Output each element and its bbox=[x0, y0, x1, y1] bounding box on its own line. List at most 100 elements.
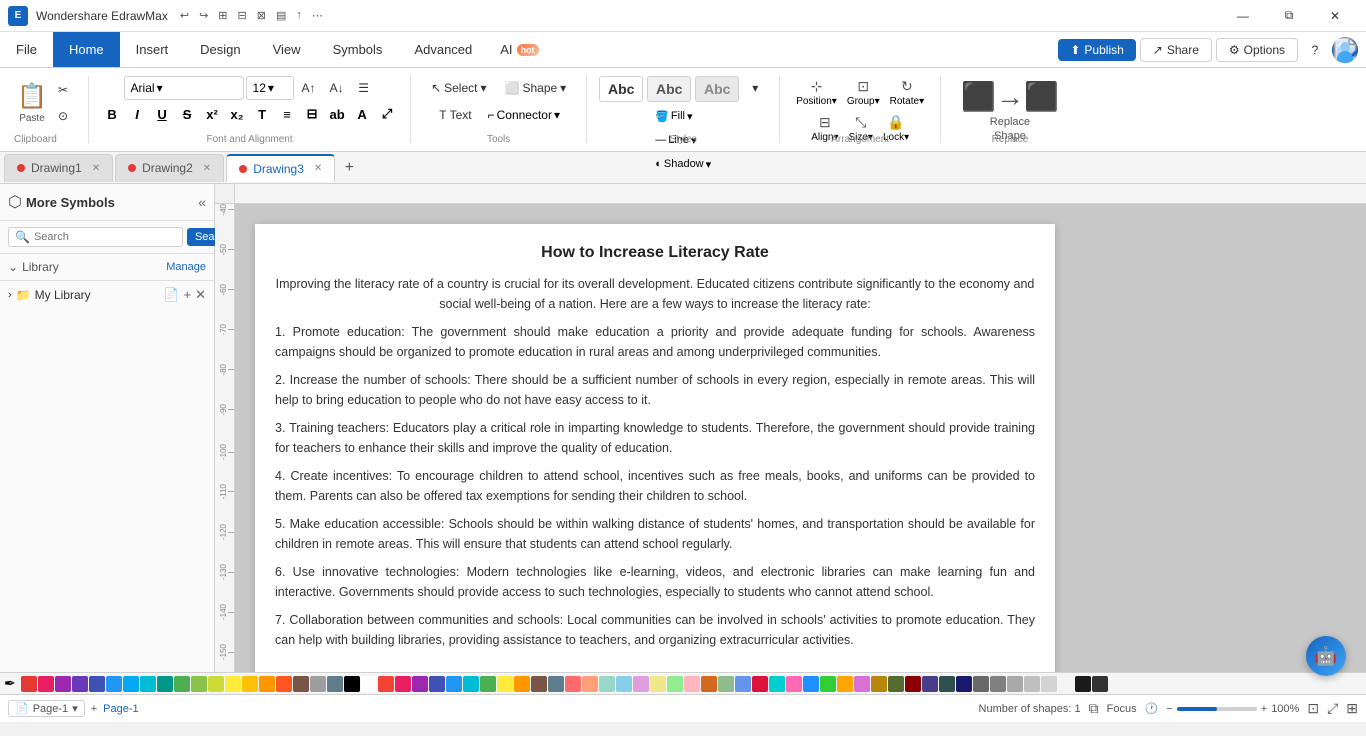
view-mode-btn[interactable]: ⊞ bbox=[1346, 700, 1358, 717]
menu-symbols[interactable]: Symbols bbox=[317, 32, 399, 67]
color-swatch[interactable] bbox=[106, 676, 122, 692]
font-decrease-btn[interactable]: A↓ bbox=[324, 76, 350, 100]
my-library-close-btn[interactable]: ✕ bbox=[195, 287, 206, 303]
tab-close-2[interactable]: ✕ bbox=[203, 163, 211, 174]
color-swatch[interactable] bbox=[361, 676, 377, 692]
color-swatch[interactable] bbox=[21, 676, 37, 692]
color-swatch[interactable] bbox=[1058, 676, 1074, 692]
connector-btn[interactable]: ⌐ Connector ▾ bbox=[482, 103, 566, 127]
font-color-btn[interactable]: A bbox=[351, 103, 373, 125]
ai-chat-btn[interactable]: 🤖 bbox=[1306, 636, 1346, 676]
style-abc-3[interactable]: Abc bbox=[695, 76, 739, 102]
fullscreen-btn[interactable]: ⤢ bbox=[1327, 700, 1338, 717]
search-input[interactable] bbox=[34, 231, 176, 243]
color-swatch[interactable] bbox=[735, 676, 751, 692]
page-dropdown-arrow[interactable]: ▾ bbox=[72, 702, 78, 715]
tab-drawing3[interactable]: Drawing3 ✕ bbox=[226, 154, 335, 182]
color-swatch[interactable] bbox=[616, 676, 632, 692]
eyedropper-icon[interactable]: ✒ bbox=[4, 675, 16, 692]
list-btn[interactable]: ⊟ bbox=[301, 103, 323, 125]
color-swatch[interactable] bbox=[378, 676, 394, 692]
color-swatch[interactable] bbox=[55, 676, 71, 692]
color-swatch[interactable] bbox=[599, 676, 615, 692]
subscript-btn[interactable]: x₂ bbox=[226, 103, 248, 125]
color-swatch[interactable] bbox=[531, 676, 547, 692]
menu-ai[interactable]: AI hot bbox=[488, 32, 550, 67]
text-btn[interactable]: T Text bbox=[431, 103, 479, 127]
color-swatch[interactable] bbox=[667, 676, 683, 692]
line-spacing-btn[interactable]: ≡ bbox=[276, 103, 298, 125]
color-swatch[interactable] bbox=[1024, 676, 1040, 692]
underline-btn[interactable]: U bbox=[151, 103, 173, 125]
style-abc-2[interactable]: Abc bbox=[647, 76, 691, 102]
color-swatch[interactable] bbox=[123, 676, 139, 692]
undo-btn[interactable]: ↩ bbox=[176, 7, 193, 24]
color-swatch[interactable] bbox=[922, 676, 938, 692]
color-swatch[interactable] bbox=[650, 676, 666, 692]
color-swatch[interactable] bbox=[871, 676, 887, 692]
color-swatch[interactable] bbox=[769, 676, 785, 692]
color-swatch[interactable] bbox=[395, 676, 411, 692]
add-page-btn[interactable]: + bbox=[91, 703, 97, 715]
text-highlight-btn[interactable]: ab bbox=[326, 103, 348, 125]
color-swatch[interactable] bbox=[480, 676, 496, 692]
copy-btn[interactable]: ⊙ bbox=[50, 104, 76, 128]
color-swatch[interactable] bbox=[956, 676, 972, 692]
color-swatch[interactable] bbox=[905, 676, 921, 692]
publish-btn[interactable]: ⬆ Publish bbox=[1058, 39, 1135, 61]
color-swatch[interactable] bbox=[429, 676, 445, 692]
more-btn[interactable]: ⋯ bbox=[308, 7, 327, 24]
color-swatch[interactable] bbox=[939, 676, 955, 692]
shape-btn[interactable]: ⬜ Shape ▾ bbox=[497, 76, 575, 100]
style-expand-btn[interactable]: ▾ bbox=[743, 76, 767, 100]
tab-drawing1[interactable]: Drawing1 ✕ bbox=[4, 154, 113, 182]
zoom-out-btn[interactable]: − bbox=[1166, 703, 1172, 715]
color-swatch[interactable] bbox=[157, 676, 173, 692]
font-increase-btn[interactable]: A↑ bbox=[296, 76, 322, 100]
up-btn[interactable]: ↑ bbox=[292, 7, 306, 24]
color-swatch[interactable] bbox=[225, 676, 241, 692]
color-swatch[interactable] bbox=[565, 676, 581, 692]
my-library-doc-btn[interactable]: 📄 bbox=[163, 287, 179, 303]
add-tab-btn[interactable]: + bbox=[337, 156, 361, 180]
font-name-dropdown[interactable]: Arial ▾ bbox=[124, 76, 244, 100]
redo-btn[interactable]: ↪ bbox=[195, 7, 212, 24]
menu-file[interactable]: File bbox=[0, 32, 53, 67]
text-t-btn[interactable]: T bbox=[251, 103, 273, 125]
color-swatch[interactable] bbox=[701, 676, 717, 692]
superscript-btn[interactable]: x² bbox=[201, 103, 223, 125]
color-swatch[interactable] bbox=[72, 676, 88, 692]
maximize-btn[interactable]: ⧉ bbox=[1266, 0, 1312, 32]
options-btn[interactable]: ⚙ Options bbox=[1216, 38, 1298, 62]
position-btn[interactable]: ⊹ Position▾ bbox=[792, 76, 841, 109]
share-btn[interactable]: ↗ Share bbox=[1140, 38, 1212, 62]
color-swatch[interactable] bbox=[990, 676, 1006, 692]
color-swatch[interactable] bbox=[140, 676, 156, 692]
bold-btn[interactable]: B bbox=[101, 103, 123, 125]
color-swatch[interactable] bbox=[310, 676, 326, 692]
color-swatch[interactable] bbox=[276, 676, 292, 692]
tab-close-3[interactable]: ✕ bbox=[314, 163, 322, 174]
color-swatch[interactable] bbox=[293, 676, 309, 692]
color-swatch[interactable] bbox=[1092, 676, 1108, 692]
zoom-slider[interactable] bbox=[1177, 707, 1257, 711]
save-btn-quick[interactable]: ⊠ bbox=[253, 7, 270, 24]
style-abc-1[interactable]: Abc bbox=[599, 76, 643, 102]
my-library-add-btn[interactable]: + bbox=[184, 287, 192, 303]
menu-insert[interactable]: Insert bbox=[120, 32, 185, 67]
layers-btn[interactable]: ⧉ bbox=[1089, 700, 1099, 717]
color-swatch[interactable] bbox=[803, 676, 819, 692]
manage-btn[interactable]: Manage bbox=[166, 261, 206, 273]
user-avatar[interactable] bbox=[1332, 37, 1358, 63]
color-swatch[interactable] bbox=[38, 676, 54, 692]
zoom-in-btn[interactable]: + bbox=[1261, 703, 1267, 715]
italic-btn[interactable]: I bbox=[126, 103, 148, 125]
color-swatch[interactable] bbox=[497, 676, 513, 692]
menu-home[interactable]: Home bbox=[53, 32, 120, 67]
new-btn[interactable]: ⊞ bbox=[214, 7, 231, 24]
color-swatch[interactable] bbox=[463, 676, 479, 692]
paste-btn[interactable]: 📋 Paste bbox=[14, 81, 50, 125]
color-swatch[interactable] bbox=[89, 676, 105, 692]
color-swatch[interactable] bbox=[191, 676, 207, 692]
tab-close-1[interactable]: ✕ bbox=[92, 163, 100, 174]
